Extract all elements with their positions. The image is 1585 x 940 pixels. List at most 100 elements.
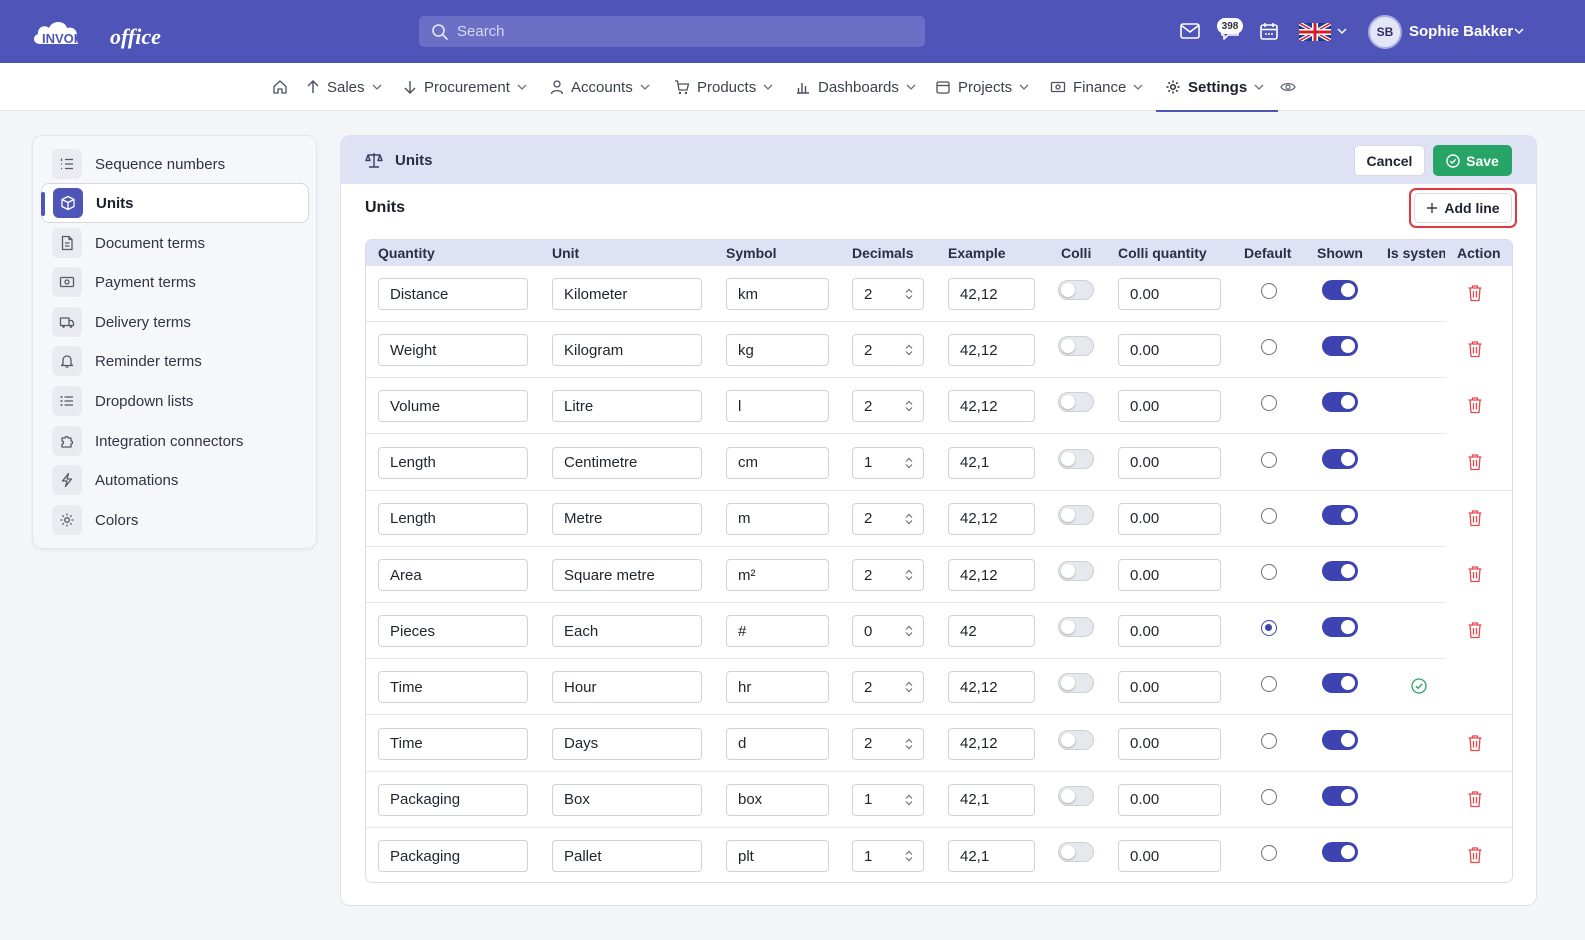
quantity-input[interactable] <box>378 615 528 648</box>
decimals-stepper[interactable]: 2 <box>852 502 924 535</box>
decimals-stepper[interactable]: 2 <box>852 727 924 760</box>
quantity-input[interactable] <box>378 559 528 591</box>
unit-input[interactable] <box>552 783 702 816</box>
colli-quantity-input[interactable] <box>1118 783 1221 816</box>
colli-toggle[interactable] <box>1058 448 1094 469</box>
sidebar-item-sequence-numbers[interactable]: Sequence numbers <box>41 144 309 184</box>
decimals-stepper[interactable]: 2 <box>852 671 924 704</box>
shown-toggle[interactable] <box>1322 448 1358 469</box>
example-input[interactable] <box>948 727 1035 760</box>
chevron-down-icon[interactable] <box>1337 27 1347 35</box>
chevron-down-icon[interactable] <box>1514 27 1524 35</box>
colli-toggle[interactable] <box>1058 336 1094 357</box>
decimals-stepper[interactable]: 2 <box>852 278 924 310</box>
trash-icon[interactable] <box>1467 565 1483 583</box>
quantity-input[interactable] <box>378 502 528 535</box>
symbol-input[interactable] <box>726 783 829 816</box>
example-input[interactable] <box>948 559 1035 591</box>
example-input[interactable] <box>948 446 1035 479</box>
symbol-input[interactable] <box>726 840 829 872</box>
symbol-input[interactable] <box>726 334 829 367</box>
nav-home[interactable] <box>272 63 288 111</box>
sidebar-item-integration-connectors[interactable]: Integration connectors <box>41 421 309 461</box>
search-input[interactable] <box>457 23 897 40</box>
decimals-stepper[interactable]: 2 <box>852 334 924 367</box>
example-input[interactable] <box>948 278 1035 310</box>
unit-input[interactable] <box>552 390 702 423</box>
default-radio[interactable] <box>1261 732 1277 749</box>
uk-flag-icon[interactable] <box>1298 21 1332 43</box>
colli-toggle[interactable] <box>1058 392 1094 413</box>
default-radio[interactable] <box>1261 564 1277 580</box>
unit-input[interactable] <box>552 278 702 310</box>
trash-icon[interactable] <box>1467 790 1483 808</box>
mail-icon[interactable] <box>1179 20 1201 42</box>
trash-icon[interactable] <box>1467 396 1483 414</box>
colli-toggle[interactable] <box>1058 842 1094 862</box>
nav-sales[interactable]: Sales <box>306 63 382 111</box>
default-radio[interactable] <box>1261 620 1277 637</box>
symbol-input[interactable] <box>726 727 829 760</box>
colli-quantity-input[interactable] <box>1118 727 1221 760</box>
user-name[interactable]: Sophie Bakker <box>1409 23 1513 40</box>
nav-projects[interactable]: Projects <box>935 63 1029 111</box>
decimals-stepper[interactable]: 1 <box>852 446 924 479</box>
decimals-stepper[interactable]: 1 <box>852 840 924 872</box>
colli-quantity-input[interactable] <box>1118 278 1221 310</box>
unit-input[interactable] <box>552 727 702 760</box>
unit-input[interactable] <box>552 615 702 648</box>
decimals-stepper[interactable]: 1 <box>852 783 924 816</box>
colli-quantity-input[interactable] <box>1118 446 1221 479</box>
quantity-input[interactable] <box>378 446 528 479</box>
quantity-input[interactable] <box>378 727 528 760</box>
default-radio[interactable] <box>1261 283 1277 299</box>
search-bar[interactable] <box>419 16 925 47</box>
symbol-input[interactable] <box>726 502 829 535</box>
cancel-button[interactable]: Cancel <box>1354 145 1425 176</box>
avatar[interactable]: SB <box>1368 15 1402 49</box>
decimals-stepper[interactable]: 0 <box>852 615 924 648</box>
sidebar-item-colors[interactable]: Colors <box>41 500 309 540</box>
unit-input[interactable] <box>552 446 702 479</box>
trash-icon[interactable] <box>1467 509 1483 527</box>
sidebar-item-units[interactable]: Units <box>41 183 309 223</box>
nav-accounts[interactable]: Accounts <box>550 63 650 111</box>
shown-toggle[interactable] <box>1322 617 1358 638</box>
trash-icon[interactable] <box>1467 340 1483 358</box>
unit-input[interactable] <box>552 840 702 872</box>
colli-quantity-input[interactable] <box>1118 559 1221 591</box>
unit-input[interactable] <box>552 502 702 535</box>
quantity-input[interactable] <box>378 334 528 367</box>
example-input[interactable] <box>948 390 1035 423</box>
colli-quantity-input[interactable] <box>1118 615 1221 648</box>
trash-icon[interactable] <box>1467 734 1483 752</box>
colli-toggle[interactable] <box>1058 280 1094 300</box>
decimals-stepper[interactable]: 2 <box>852 559 924 591</box>
sidebar-item-dropdown-lists[interactable]: Dropdown lists <box>41 381 309 421</box>
colli-quantity-input[interactable] <box>1118 334 1221 367</box>
colli-toggle[interactable] <box>1058 504 1094 525</box>
default-radio[interactable] <box>1261 676 1277 693</box>
example-input[interactable] <box>948 615 1035 648</box>
default-radio[interactable] <box>1261 339 1277 356</box>
shown-toggle[interactable] <box>1322 504 1358 525</box>
default-radio[interactable] <box>1261 845 1277 861</box>
symbol-input[interactable] <box>726 278 829 310</box>
nav-dashboards[interactable]: Dashboards <box>795 63 916 111</box>
colli-toggle[interactable] <box>1058 617 1094 638</box>
add-line-button[interactable]: Add line <box>1414 193 1512 223</box>
shown-toggle[interactable] <box>1322 673 1358 694</box>
nav-products[interactable]: Products <box>674 63 773 111</box>
trash-icon[interactable] <box>1467 284 1483 302</box>
shown-toggle[interactable] <box>1322 561 1358 581</box>
sidebar-item-automations[interactable]: Automations <box>41 460 309 500</box>
shown-toggle[interactable] <box>1322 729 1358 750</box>
symbol-input[interactable] <box>726 446 829 479</box>
colli-toggle[interactable] <box>1058 561 1094 581</box>
nav-settings[interactable]: Settings <box>1155 63 1279 112</box>
colli-toggle[interactable] <box>1058 673 1094 694</box>
trash-icon[interactable] <box>1467 453 1483 471</box>
nav-procurement[interactable]: Procurement <box>403 63 527 111</box>
colli-quantity-input[interactable] <box>1118 502 1221 535</box>
default-radio[interactable] <box>1261 788 1277 805</box>
